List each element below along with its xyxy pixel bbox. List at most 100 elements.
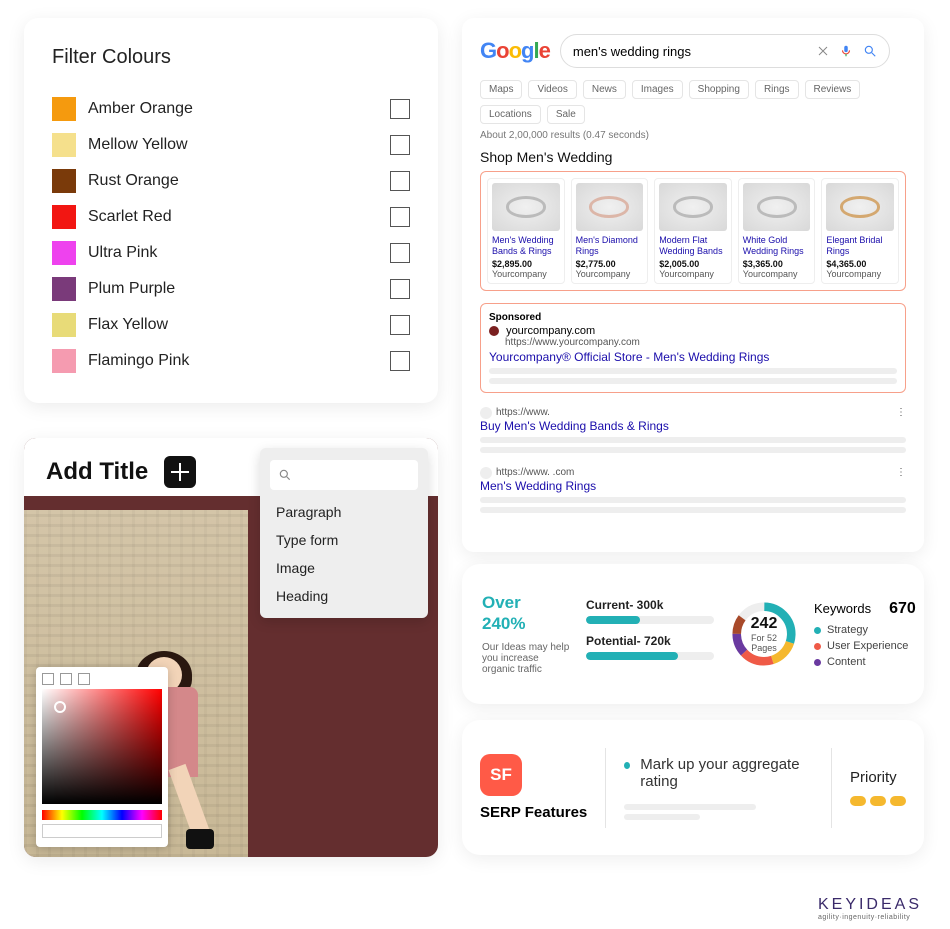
filter-row[interactable]: Rust Orange [52,163,410,199]
checkbox[interactable] [390,351,410,371]
filter-label: Rust Orange [88,172,390,190]
filter-row[interactable]: Amber Orange [52,91,410,127]
checkbox[interactable] [390,315,410,335]
picker-tab[interactable] [60,673,72,685]
legend-dot [814,627,821,634]
divider [605,748,606,828]
product-price: $2,775.00 [576,259,644,269]
legend-dot [814,643,821,650]
donut-value: 242 [746,615,782,633]
product-card[interactable]: Elegant Bridal Rings $4,365.00 Yourcompa… [821,178,899,284]
checkbox[interactable] [390,171,410,191]
picker-gradient[interactable] [42,689,162,804]
serp-icon-block: SF SERP Features [480,754,587,821]
dropdown-search[interactable] [270,460,418,490]
product-title: Modern Flat Wedding Bands [659,235,727,257]
dropdown-item[interactable]: Paragraph [260,498,428,526]
product-card[interactable]: Men's Diamond Rings $2,775.00 Yourcompan… [571,178,649,284]
color-swatch [52,277,76,301]
product-price: $4,365.00 [826,259,894,269]
product-price: $2,005.00 [659,259,727,269]
search-tab[interactable]: Sale [547,105,585,124]
checkbox[interactable] [390,135,410,155]
sponsored-result[interactable]: Sponsored yourcompany.com https://www.yo… [480,303,906,393]
dropdown-item[interactable]: Image [260,554,428,582]
organic-result[interactable]: https://www.⋮ Buy Men's Wedding Bands & … [480,407,906,453]
picker-hue[interactable] [42,810,162,820]
product-image [659,183,727,231]
clear-icon[interactable] [817,45,829,57]
product-card[interactable]: White Gold Wedding Rings $3,365.00 Yourc… [738,178,816,284]
search-tab[interactable]: Reviews [805,80,861,99]
skeleton-line [480,497,906,503]
google-logo: Google [480,38,550,64]
keywords-value: 670 [889,600,916,617]
filter-row[interactable]: Flax Yellow [52,307,410,343]
search-bar[interactable]: men's wedding rings [560,34,890,68]
filter-colours-card: Filter Colours Amber Orange Mellow Yello… [24,18,438,403]
add-title-label: Add Title [46,458,148,486]
filter-row[interactable]: Scarlet Red [52,199,410,235]
search-tab[interactable]: News [583,80,626,99]
organic-result[interactable]: https://www. .com⋮ Men's Wedding Rings [480,467,906,513]
traffic-bars: Current- 300k Potential- 720k [586,598,714,670]
search-results-card: Google men's wedding rings Maps Videos New… [462,18,924,552]
product-price: $2,895.00 [492,259,560,269]
product-card[interactable]: Modern Flat Wedding Bands $2,005.00 Your… [654,178,732,284]
filter-row[interactable]: Flamingo Pink [52,343,410,379]
skeleton-line [489,368,897,374]
search-tab[interactable]: Maps [480,80,522,99]
picker-tab[interactable] [42,673,54,685]
dropdown-item[interactable]: Type form [260,526,428,554]
potential-bar [586,652,714,660]
filter-label: Ultra Pink [88,244,390,262]
skeleton-line [624,804,756,810]
skeleton-line [489,378,897,384]
product-seller: Yourcompany [659,269,727,279]
search-tab[interactable]: Images [632,80,683,99]
dropdown-item[interactable]: Heading [260,582,428,610]
picker-tab[interactable] [78,673,90,685]
mic-icon[interactable] [839,44,853,58]
search-tab[interactable]: Locations [480,105,541,124]
potential-label: Potential- 720k [586,634,671,648]
checkbox[interactable] [390,279,410,299]
checkbox[interactable] [390,243,410,263]
sponsored-label: Sponsored [489,312,897,323]
filter-row[interactable]: Ultra Pink [52,235,410,271]
add-title-card: Add Title ParagraphType formImageHeading [24,438,438,857]
checkbox[interactable] [390,207,410,227]
checkbox[interactable] [390,99,410,119]
legend-dot [814,659,821,666]
search-icon[interactable] [863,44,877,58]
photo-area [24,510,248,857]
result-url: https://www. .com⋮ [480,467,906,479]
block-type-dropdown: ParagraphType formImageHeading [260,448,428,618]
search-tab[interactable]: Shopping [689,80,749,99]
shop-title: Shop Men's Wedding [480,149,906,165]
search-tab[interactable]: Videos [528,80,576,99]
results-meta: About 2,00,000 results (0.47 seconds) [480,130,906,141]
search-tab[interactable]: Rings [755,80,799,99]
sponsored-url: https://www.yourcompany.com [505,337,897,348]
search-query: men's wedding rings [573,44,817,59]
filter-row[interactable]: Plum Purple [52,271,410,307]
result-link: Buy Men's Wedding Bands & Rings [480,419,906,433]
skeleton-line [480,447,906,453]
product-seller: Yourcompany [492,269,560,279]
serp-icon: SF [480,754,522,796]
product-card[interactable]: Men's Wedding Bands & Rings $2,895.00 Yo… [487,178,565,284]
product-image [492,183,560,231]
picker-hex-input[interactable] [42,824,162,838]
add-button[interactable] [164,456,196,488]
growth-percent: Over240% Our Ideas may help you increase… [482,593,572,675]
product-seller: Yourcompany [826,269,894,279]
product-seller: Yourcompany [576,269,644,279]
legend-item: Content [814,656,916,668]
color-picker[interactable] [36,667,168,847]
filter-row[interactable]: Mellow Yellow [52,127,410,163]
color-swatch [52,133,76,157]
filter-label: Scarlet Red [88,208,390,226]
serp-feature: Mark up your aggregate rating [624,756,813,790]
filter-label: Flax Yellow [88,316,390,334]
